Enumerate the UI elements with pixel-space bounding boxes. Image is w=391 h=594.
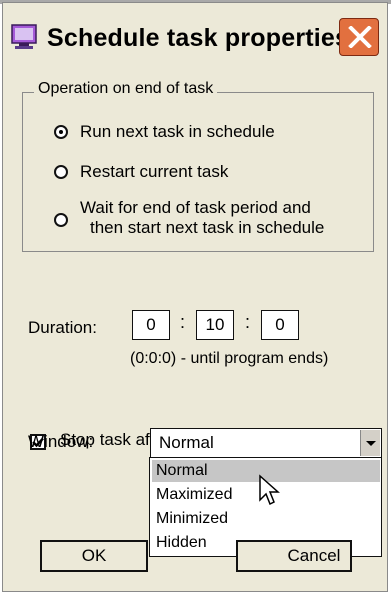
close-x-icon <box>348 26 372 48</box>
colon-separator: : <box>180 312 186 332</box>
duration-hint: (0:0:0) - until program ends) <box>130 350 329 367</box>
list-option-minimized[interactable]: Minimized <box>152 508 380 530</box>
radio-restart-current[interactable]: Restart current task <box>54 162 228 182</box>
cancel-button[interactable]: Cancel <box>236 540 352 572</box>
window-mode-value: Normal <box>159 433 214 452</box>
colon-separator: : <box>245 312 251 332</box>
radio-indicator <box>54 125 68 139</box>
cancel-label: Cancel <box>287 546 341 565</box>
radio-label: Run next task in schedule <box>80 122 275 141</box>
radio-wait-end[interactable]: Wait for end of task period and then sta… <box>54 198 324 238</box>
duration-hours-input[interactable]: 0 <box>132 310 170 340</box>
radio-indicator <box>54 165 68 179</box>
duration-label: Duration: <box>28 318 97 337</box>
window-label: Window: <box>28 432 94 451</box>
duration-minutes-input[interactable]: 10 <box>196 310 234 340</box>
dropdown-button[interactable] <box>360 430 380 456</box>
radio-label-line1: Wait for end of task period and <box>80 198 311 217</box>
radio-run-next[interactable]: Run next task in schedule <box>54 122 275 142</box>
title-bar[interactable]: Schedule task properties <box>3 14 387 64</box>
radio-label: Restart current task <box>80 162 229 181</box>
duration-seconds-input[interactable]: 0 <box>261 310 299 340</box>
radio-label-line2: then start next task in schedule <box>90 218 325 237</box>
chevron-down-icon <box>366 441 376 446</box>
radio-indicator <box>54 213 68 227</box>
dialog-title: Schedule task properties <box>47 24 350 52</box>
monitor-app-icon <box>11 24 39 50</box>
close-button[interactable] <box>339 18 379 56</box>
operation-group-legend: Operation on end of task <box>34 80 218 98</box>
ok-button[interactable]: OK <box>40 540 148 572</box>
window-mode-select[interactable]: Normal <box>150 428 382 458</box>
mouse-pointer-icon <box>259 474 280 506</box>
